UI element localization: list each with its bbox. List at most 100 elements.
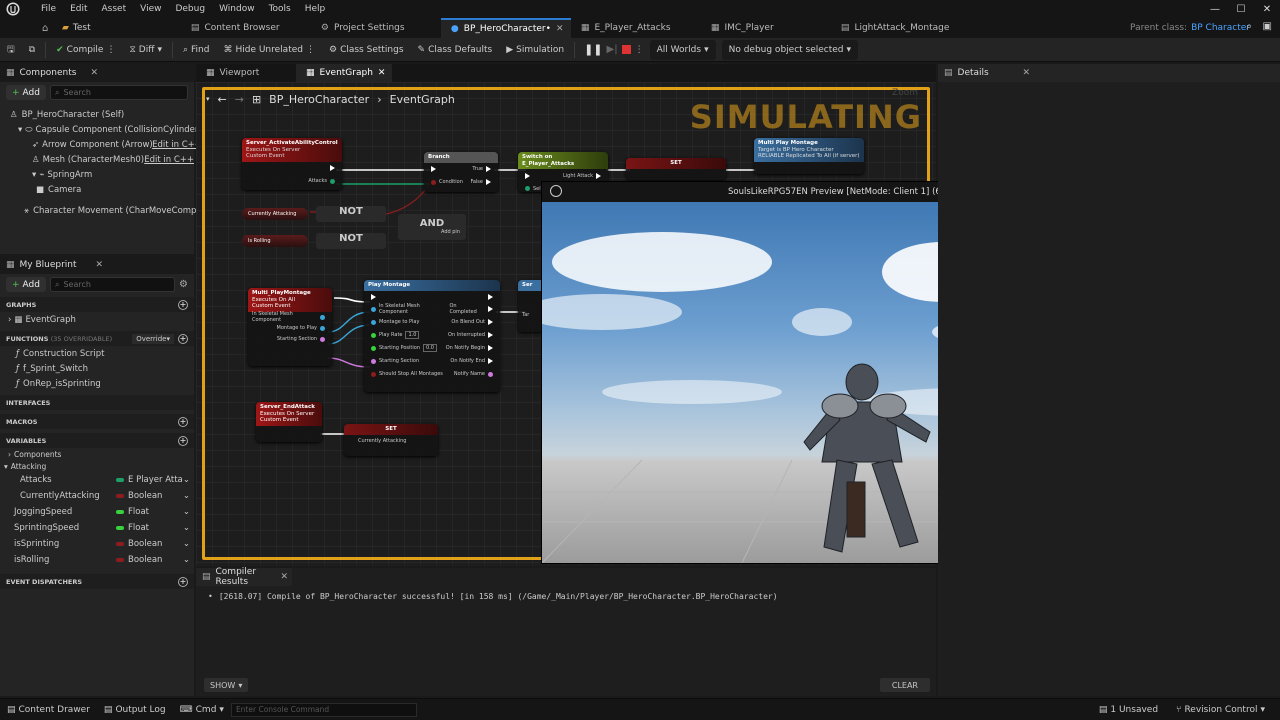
exec-pin-icon[interactable] xyxy=(486,179,491,186)
parent-class-link[interactable]: BP Character xyxy=(1191,23,1250,33)
browse-button[interactable]: ⧉ xyxy=(22,40,42,60)
debug-object-dropdown[interactable]: No debug object selected ▾ xyxy=(721,39,859,60)
variable-group-components[interactable]: › Components xyxy=(0,448,194,460)
world-dropdown[interactable]: All Worlds ▾ xyxy=(649,39,716,60)
variable-group-attacking[interactable]: ▾ Attacking xyxy=(0,460,194,472)
tree-item-arrow[interactable]: ➶ Arrow Component (Arrow) Edit in C++ xyxy=(0,137,202,152)
toggle-panel-icon[interactable]: ▣ xyxy=(1263,21,1272,32)
tab-bp-herocharacter[interactable]: ● BP_HeroCharacter• ✕ xyxy=(440,18,571,38)
menu-view[interactable]: View xyxy=(133,4,168,14)
components-search-input[interactable]: ⌕ Search xyxy=(49,85,188,100)
more-options-icon[interactable]: ⋮ xyxy=(306,45,315,55)
step-icon[interactable]: ▶| xyxy=(607,44,618,55)
macros-section[interactable]: MACROS + xyxy=(0,414,194,429)
edit-in-cpp-link[interactable]: Edit in C++ xyxy=(144,155,194,165)
exec-pin-icon[interactable] xyxy=(488,358,493,365)
chevron-down-icon[interactable]: ⌄ xyxy=(183,507,190,517)
functions-section[interactable]: FUNCTIONS (35 OVERRIDABLE) Override ▾ + xyxy=(0,331,194,346)
node-and[interactable]: AND Add pin xyxy=(398,214,466,240)
tree-item-mesh[interactable]: ♙ Mesh (CharacterMesh0) Edit in C++ xyxy=(0,152,194,167)
menu-asset[interactable]: Asset xyxy=(95,4,134,14)
tab-eventgraph[interactable]: ▦ EventGraph ✕ xyxy=(296,64,392,82)
show-dropdown[interactable]: SHOW ▾ xyxy=(204,678,249,692)
starting-position-input[interactable]: 0.0 xyxy=(423,344,437,353)
pause-icon[interactable]: ❚❚ xyxy=(584,43,602,56)
tree-item-capsule[interactable]: ▾ ⬭ Capsule Component (CollisionCylinder) xyxy=(0,122,202,137)
exec-pin-icon[interactable] xyxy=(488,332,493,339)
minimize-icon[interactable]: — xyxy=(1202,4,1228,15)
variable-item[interactable]: isSprinting Boolean ⌄ xyxy=(0,536,194,552)
class-defaults-button[interactable]: ✎ Class Defaults xyxy=(411,40,500,60)
object-pin-icon[interactable] xyxy=(320,314,325,320)
node-multi-playmontage-event[interactable]: Multi_PlayMontage Executes On All Custom E… xyxy=(248,288,332,366)
name-pin-icon[interactable] xyxy=(320,336,325,342)
add-graph-icon[interactable]: + xyxy=(178,299,188,310)
simulation-button[interactable]: ▶ Simulation xyxy=(499,40,571,60)
function-item[interactable]: ƒ Construction Script xyxy=(0,346,194,361)
graphs-section[interactable]: GRAPHS + xyxy=(0,297,194,312)
node-multi-play-montage[interactable]: Multi Play Montage Target is BP Hero Char… xyxy=(754,138,864,174)
exec-pin-icon[interactable] xyxy=(488,319,493,326)
play-rate-input[interactable]: 1.0 xyxy=(405,331,420,340)
tab-content-browser[interactable]: ▤ Content Browser xyxy=(181,18,311,38)
chevron-down-icon[interactable]: ⌄ xyxy=(183,475,190,485)
node-not-1[interactable]: NOT xyxy=(316,206,386,222)
node-set-attacking[interactable]: SET xyxy=(626,158,726,180)
object-pin-icon[interactable] xyxy=(320,325,325,331)
search-icon[interactable]: ⌕ xyxy=(1246,21,1252,32)
exec-pin-icon[interactable] xyxy=(525,172,530,179)
save-button[interactable]: 🖫 xyxy=(0,40,22,60)
chevron-down-icon[interactable]: ⌄ xyxy=(183,491,190,501)
class-settings-button[interactable]: ⚙ Class Settings xyxy=(322,40,411,60)
compile-message[interactable]: [2618.07] Compile of BP_HeroCharacter su… xyxy=(219,592,778,601)
tree-item-movement[interactable]: ⚹ Character Movement (CharMoveComp) xyxy=(0,203,200,218)
blueprint-search-input[interactable]: ⌕ Search xyxy=(49,277,176,292)
bool-pin-icon[interactable] xyxy=(431,179,436,185)
panel-close-icon[interactable]: ✕ xyxy=(1022,68,1030,78)
chevron-down-icon[interactable]: ⌄ xyxy=(183,555,190,565)
tree-item-self[interactable]: ♙ BP_HeroCharacter (Self) xyxy=(0,107,194,122)
enum-pin-icon[interactable] xyxy=(525,186,530,192)
more-options-icon[interactable]: ⋮ xyxy=(106,45,115,55)
override-dropdown[interactable]: Override ▾ xyxy=(132,333,174,344)
find-button[interactable]: ⌕ Find xyxy=(176,40,217,60)
add-member-button[interactable]: + Add xyxy=(6,277,46,292)
name-pin-icon[interactable] xyxy=(488,371,493,377)
exec-pin-icon[interactable] xyxy=(488,306,493,313)
variable-item[interactable]: isRolling Boolean ⌄ xyxy=(0,552,194,568)
chevron-down-icon[interactable]: ▾ xyxy=(18,125,22,135)
tab-lightattack-montage[interactable]: ▤ LightAttack_Montage xyxy=(831,18,961,38)
chevron-down-icon[interactable]: ▾ xyxy=(32,170,36,180)
name-pin-icon[interactable] xyxy=(371,358,376,364)
exec-pin-icon[interactable] xyxy=(371,293,376,300)
add-variable-icon[interactable]: + xyxy=(178,435,188,446)
add-function-icon[interactable]: + xyxy=(178,333,188,344)
node-branch[interactable]: Branch True Condition False xyxy=(424,152,498,192)
object-pin-icon[interactable] xyxy=(371,306,376,312)
exec-pin-icon[interactable] xyxy=(431,166,436,173)
unreal-logo-icon[interactable] xyxy=(0,0,26,18)
unsaved-button[interactable]: ▤ 1 Unsaved xyxy=(1092,700,1165,720)
variable-item[interactable]: SprintingSpeed Float ⌄ xyxy=(0,520,194,536)
diff-button[interactable]: ⧖ Diff ▾ xyxy=(122,40,169,60)
panel-close-icon[interactable]: ✕ xyxy=(90,68,98,78)
more-options-icon[interactable]: ⋮ xyxy=(635,45,644,55)
object-pin-icon[interactable] xyxy=(371,319,376,325)
node-not-2[interactable]: NOT xyxy=(316,233,386,249)
float-pin-icon[interactable] xyxy=(371,345,376,351)
node-get-currently-attacking[interactable]: Currently Attacking xyxy=(242,208,308,220)
home-icon[interactable]: ⌂ xyxy=(42,23,62,34)
stop-icon[interactable] xyxy=(621,45,631,54)
compile-button[interactable]: ✔ Compile ⋮ xyxy=(49,40,122,60)
tab-close-icon[interactable]: ✕ xyxy=(378,68,386,78)
menu-help[interactable]: Help xyxy=(298,4,333,14)
chevron-down-icon[interactable]: ⌄ xyxy=(183,539,190,549)
exec-pin-icon[interactable] xyxy=(330,165,335,172)
add-macro-icon[interactable]: + xyxy=(178,416,188,427)
chevron-down-icon[interactable]: ⌄ xyxy=(183,523,190,533)
chevron-right-icon[interactable]: › xyxy=(8,315,11,325)
menu-tools[interactable]: Tools xyxy=(262,4,298,14)
node-server-end-attack[interactable]: Server_EndAttack Executes On Server Custom… xyxy=(256,402,322,442)
edit-in-cpp-link[interactable]: Edit in C++ xyxy=(152,140,202,150)
tab-close-icon[interactable]: ✕ xyxy=(556,24,564,34)
